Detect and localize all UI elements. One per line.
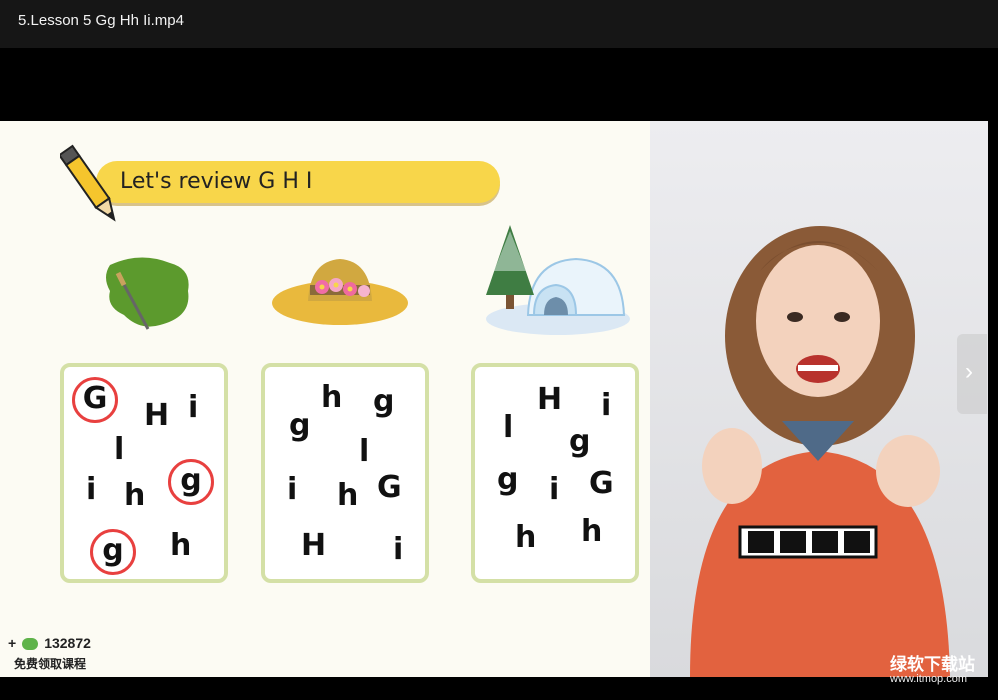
card-letter: h [124,478,146,513]
next-button[interactable]: › [957,334,987,414]
right-edge [988,48,998,700]
circled-letter: g [168,459,214,505]
card-letter: i [601,388,612,423]
wechat-subtitle: 免费领取课程 [14,657,87,671]
card-letter: l [359,434,370,469]
card-letter: l [114,432,125,467]
card-letter: G [589,466,614,501]
circled-letter: g [90,529,136,575]
video-frame[interactable]: Let's review G H I G H i l i h g g h g h… [0,121,988,677]
watermark-url: www.itmop.com [890,673,968,685]
card-letter: h [170,528,192,563]
card-letter: G [82,381,108,416]
hat-icon [272,259,408,325]
card-letter: h [337,478,359,513]
wechat-count: +132872 [8,635,91,651]
card-letter: g [497,462,519,497]
card-letter: i [393,532,404,567]
card-letter: G [377,470,402,505]
circled-letter: G [72,377,118,423]
chevron-right-icon: › [965,358,973,385]
card-letter: H [537,382,563,417]
card-letter: g [569,424,591,459]
window-title: 5.Lesson 5 Gg Hh Ii.mp4 [18,12,184,29]
card-letter: i [188,390,199,425]
wechat-icon [22,638,39,651]
grass-paint-icon [106,257,189,330]
card-letter: g [180,463,202,498]
wechat-count-value: 132872 [44,635,91,651]
card-letter: g [373,384,395,419]
letter-card-3[interactable]: H i l g g i G h h [471,363,639,583]
igloo-icon [486,225,630,335]
lesson-slide: Let's review G H I G H i l i h g g h g h… [0,121,650,677]
card-letter: i [287,472,298,507]
letter-card-1[interactable]: G H i l i h g g h [60,363,228,583]
teacher-video [650,121,988,677]
pencil-icon [60,144,116,222]
card-letter: g [102,533,124,568]
card-letter: l [503,410,514,445]
teacher-figure [690,226,950,677]
title-bar: 5.Lesson 5 Gg Hh Ii.mp4 [0,0,998,48]
watermark-brand: 绿软下载站 [890,655,975,674]
card-letter: H [144,398,170,433]
card-letter: h [581,514,603,549]
slide-heading: Let's review G H I [120,169,313,194]
card-letter: h [515,520,537,555]
letter-card-2[interactable]: g h g l i h G H i [261,363,429,583]
card-letter: i [86,472,97,507]
card-letter: H [301,528,327,563]
card-letter: i [549,472,560,507]
card-letter: h [321,380,343,415]
card-letter: g [289,408,311,443]
